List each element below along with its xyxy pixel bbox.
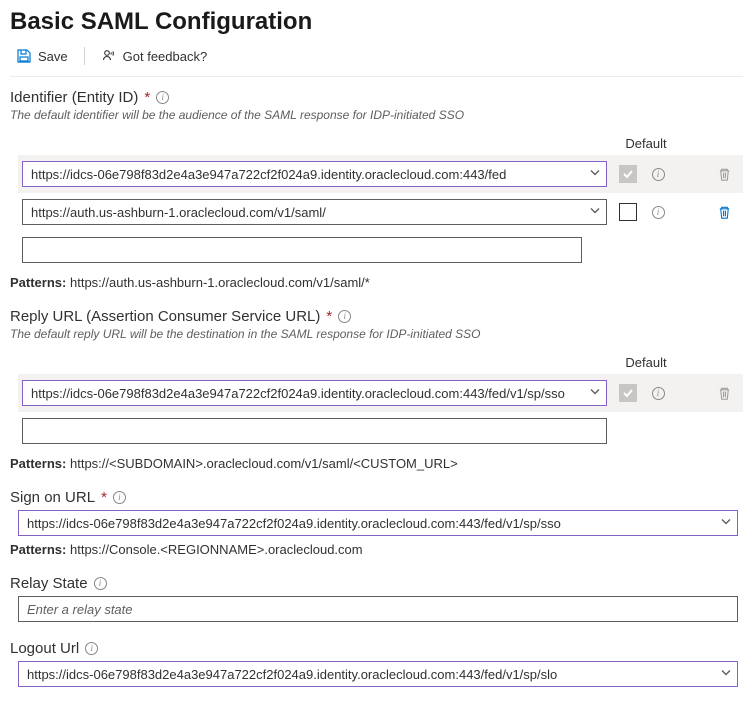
identifier-patterns: Patterns: https://auth.us-ashburn-1.orac… [10,275,743,290]
patterns-value: https://Console.<REGIONNAME>.oraclecloud… [70,542,363,557]
identifier-row: i [18,193,743,231]
toolbar-separator [84,47,85,65]
identifier-desc: The default identifier will be the audie… [10,108,743,122]
relay-input[interactable] [18,596,738,622]
identifier-section: Identifier (Entity ID) * i The default i… [10,89,743,290]
info-icon[interactable]: i [652,387,665,400]
info-icon[interactable]: i [113,491,126,504]
reply-desc: The default reply URL will be the destin… [10,327,743,341]
delete-button [717,386,732,401]
default-checkbox[interactable] [619,165,637,183]
feedback-icon [101,48,117,64]
reply-label: Reply URL (Assertion Consumer Service UR… [10,308,320,325]
signon-input[interactable] [18,510,738,536]
info-icon[interactable]: i [652,168,665,181]
reply-row [18,412,743,450]
reply-row: i [18,374,743,412]
relay-label-row: Relay State i [10,575,743,592]
identifier-row [18,231,743,269]
required-star: * [101,489,107,506]
save-icon [16,48,32,64]
info-icon[interactable]: i [94,577,107,590]
signon-label: Sign on URL [10,489,95,506]
signon-label-row: Sign on URL * i [10,489,743,506]
identifier-label: Identifier (Entity ID) [10,89,138,106]
delete-button[interactable] [717,205,732,220]
feedback-button[interactable]: Got feedback? [95,44,214,68]
patterns-value: https://auth.us-ashburn-1.oraclecloud.co… [70,275,370,290]
identifier-input[interactable] [22,199,607,225]
save-label: Save [38,49,68,64]
info-icon[interactable]: i [156,91,169,104]
reply-input[interactable] [22,418,607,444]
required-star: * [144,89,150,106]
identifier-label-row: Identifier (Entity ID) * i [10,89,743,106]
identifier-grid: Default i [18,130,743,269]
logout-label: Logout Url [10,640,79,657]
signon-patterns: Patterns: https://Console.<REGIONNAME>.o… [10,542,743,557]
relay-section: Relay State i [10,575,743,622]
identifier-input[interactable] [22,237,582,263]
patterns-label: Patterns: [10,275,66,290]
delete-button [717,167,732,182]
reply-section: Reply URL (Assertion Consumer Service UR… [10,308,743,471]
relay-label: Relay State [10,575,88,592]
toolbar: Save Got feedback? [10,40,743,77]
page-title: Basic SAML Configuration [10,8,743,36]
identifier-input[interactable] [22,161,607,187]
reply-grid: Default i [18,349,743,450]
reply-input[interactable] [22,380,607,406]
info-icon[interactable]: i [338,310,351,323]
patterns-value: https://<SUBDOMAIN>.oraclecloud.com/v1/s… [70,456,458,471]
logout-label-row: Logout Url i [10,640,743,657]
identifier-row: i [18,155,743,193]
info-icon[interactable]: i [652,206,665,219]
logout-section: Logout Url i [10,640,743,687]
signon-section: Sign on URL * i Patterns: https://Consol… [10,489,743,557]
patterns-label: Patterns: [10,542,66,557]
default-column-header: Default [619,355,669,374]
logout-input[interactable] [18,661,738,687]
default-column-header: Default [619,136,669,155]
patterns-label: Patterns: [10,456,66,471]
info-icon[interactable]: i [85,642,98,655]
feedback-label: Got feedback? [123,49,208,64]
reply-label-row: Reply URL (Assertion Consumer Service UR… [10,308,743,325]
required-star: * [326,308,332,325]
default-checkbox[interactable] [619,384,637,402]
default-checkbox[interactable] [619,203,637,221]
reply-patterns: Patterns: https://<SUBDOMAIN>.oracleclou… [10,456,743,471]
save-button[interactable]: Save [10,44,74,68]
